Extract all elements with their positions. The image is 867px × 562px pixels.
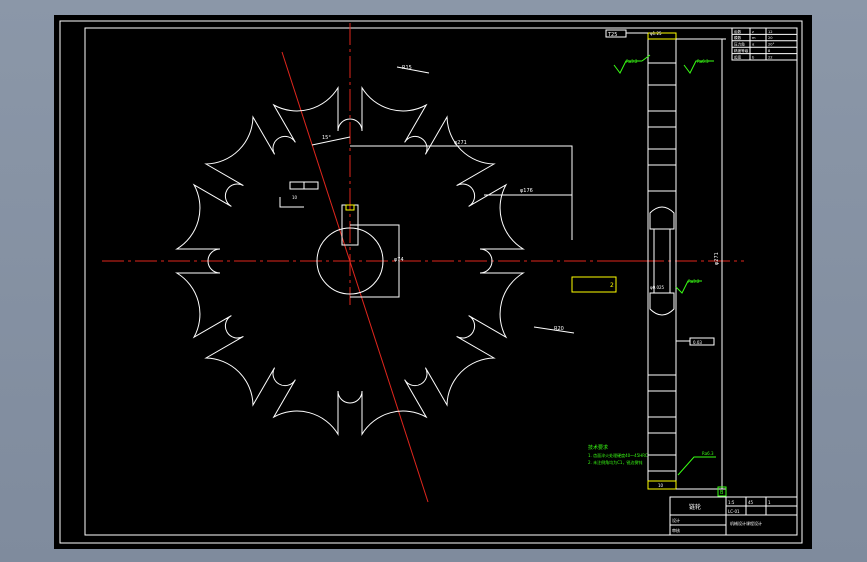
section-line: [281, 51, 429, 503]
dim-key: 10: [292, 195, 298, 200]
parameter-table-cell: z: [752, 30, 754, 34]
parameter-table: 齿数 z 12 模数 m 20 压力角 α 20° 精度等级 8 齿宽 b 22: [731, 27, 798, 61]
dim-phi176: φ176: [520, 188, 533, 194]
hub-section-top: [649, 206, 675, 230]
school: 机械设计课程设计: [730, 520, 762, 526]
roughness-left-leader: [641, 54, 651, 62]
bore-tolerance: φ0.025: [650, 285, 665, 290]
bottom-leader: [677, 456, 716, 476]
dim-phi271: φ271: [454, 140, 467, 146]
height-dim: φ271: [714, 252, 720, 265]
cad-drawing: φ271 φ176 φ74 R15 15° R20 10 2 φ271 T25 …: [59, 20, 803, 544]
parameter-table-cell: 齿数: [734, 29, 742, 34]
callout: 0.03: [693, 340, 702, 345]
roughness-left: Ra3.2: [626, 59, 638, 64]
parameter-table-cell: 精度等级: [734, 48, 749, 53]
top-left-marker: T25: [607, 32, 617, 38]
parameter-table-cell: b: [752, 55, 755, 59]
dim-yellow: 2: [610, 282, 614, 289]
sheet: 1: [768, 500, 771, 505]
dim-line-phi271: [350, 145, 573, 195]
dim-r15: R15: [402, 65, 412, 71]
dim-bore: φ74: [394, 257, 404, 263]
technical-notes: 技术要求 1. 齿面淬火处理硬度40～45HRC 2. 未注倒角均为C1，锐边倒…: [588, 444, 648, 465]
parameter-table-cell: 20: [768, 36, 773, 40]
sprocket-front-view: φ271 φ176 φ74 R15 15° R20 10 2: [102, 23, 644, 503]
bottom-label: Ra6.3: [702, 451, 714, 456]
parameter-table-cell: 齿宽: [734, 54, 742, 59]
dim-line-phi176: [484, 194, 573, 240]
parameter-table-cell: 模数: [734, 35, 742, 40]
drawing-no: LC-01: [728, 509, 740, 514]
cad-viewport[interactable]: φ271 φ176 φ74 R15 15° R20 10 2 φ271 T25 …: [54, 15, 812, 549]
parameter-table-cell: 20°: [768, 43, 775, 47]
checker: 审核: [672, 527, 680, 533]
dim-angle: 15°: [322, 135, 331, 141]
parameter-table-cell: 22: [768, 55, 773, 59]
designer: 设计: [672, 517, 680, 523]
parameter-table-cell: α: [752, 43, 755, 47]
dim-line-angle: [311, 136, 351, 146]
datum: B: [720, 490, 724, 496]
parameter-table-cell: 8: [768, 49, 771, 53]
scale: 1:5: [728, 500, 735, 505]
bottom-dim: 10: [658, 483, 664, 488]
dim-r20: R20: [554, 326, 564, 332]
roughness-bore: Ra3.2: [688, 279, 700, 284]
parameter-table-cell: 12: [768, 30, 773, 34]
parameter-table-cell: 压力角: [734, 42, 745, 47]
hub-section-bottom: [649, 292, 675, 316]
part-name: 链轮: [689, 503, 701, 511]
side-outline: [647, 38, 677, 490]
top-tolerance: φ1.25: [650, 31, 662, 36]
parameter-table-cell: m: [752, 36, 756, 40]
material: 45: [748, 500, 754, 505]
notes-heading: 技术要求: [588, 444, 608, 451]
side-tooth-lines: [648, 62, 676, 472]
roughness-right: Ra6.3: [697, 59, 709, 64]
notes-line-1: 1. 齿面淬火处理硬度40～45HRC: [588, 452, 648, 458]
notes-line-2: 2. 未注倒角均为C1，锐边倒钝: [588, 459, 642, 465]
sprocket-side-view: φ271 T25 φ1.25 Ra3.2 Ra6.3 φ0.025 Ra3.2 …: [605, 29, 744, 497]
title-block: 链轮 1:5 45 1 LC-01 设计 审核 机械设计课程设计: [669, 496, 798, 536]
